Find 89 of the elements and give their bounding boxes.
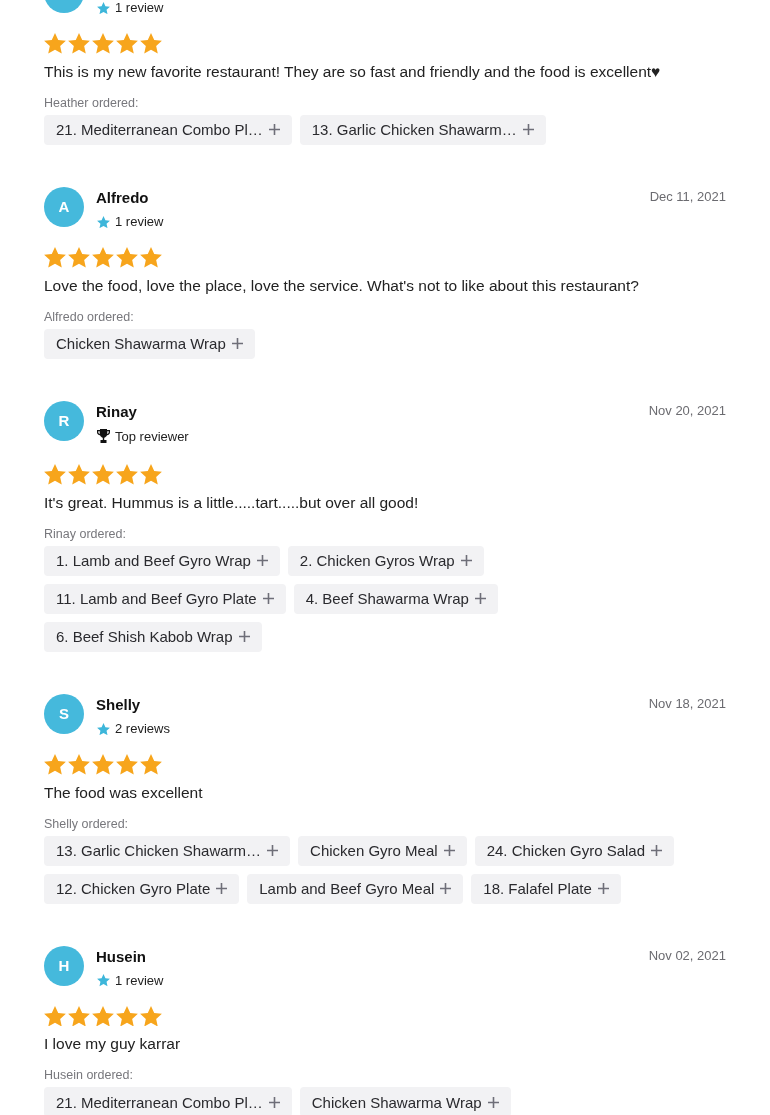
star-icon bbox=[44, 33, 66, 54]
plus-icon bbox=[522, 124, 534, 136]
star-icon bbox=[92, 753, 114, 775]
star-icon bbox=[97, 974, 110, 987]
plus-icon bbox=[231, 338, 243, 350]
plus-icon bbox=[460, 555, 472, 567]
review-text: The food was excellent bbox=[44, 782, 204, 803]
star-icon bbox=[116, 1005, 138, 1027]
trophy-icon bbox=[97, 428, 110, 443]
reviewer-name: Rinay bbox=[96, 401, 138, 422]
plus-icon bbox=[262, 593, 274, 605]
reviewer-status-label: Top reviewer bbox=[115, 428, 189, 445]
menu-item-button[interactable]: 24. Chicken Gyro Salad bbox=[474, 835, 675, 866]
review-text: I love my guy karrar bbox=[44, 1034, 182, 1055]
plus-icon bbox=[216, 883, 228, 895]
plus-icon bbox=[268, 1096, 280, 1108]
plus-icon bbox=[474, 593, 486, 605]
menu-item-button[interactable]: Chicken Shawarma Wrap bbox=[44, 328, 255, 359]
plus-icon bbox=[256, 555, 268, 567]
plus-icon bbox=[487, 1096, 499, 1108]
menu-item-button[interactable]: 4. Beef Shawarma Wrap bbox=[293, 583, 498, 614]
star-icon bbox=[140, 246, 162, 268]
plus-icon bbox=[440, 883, 452, 895]
star-icon bbox=[97, 215, 110, 229]
star-icon bbox=[140, 753, 162, 775]
reviewer-status-label: 1 review bbox=[115, 213, 164, 230]
avatar: H bbox=[44, 945, 84, 986]
reviewer-status-label: 1 review bbox=[115, 972, 164, 989]
avatar: S bbox=[44, 693, 84, 734]
reviewer-status-label: 1 review bbox=[115, 0, 164, 16]
star-icon bbox=[44, 1005, 66, 1027]
star-icon bbox=[68, 1005, 90, 1027]
menu-item-button[interactable]: 1. Lamb and Beef Gyro Wrap bbox=[44, 545, 280, 576]
ordered-label: Heather ordered: bbox=[44, 94, 140, 112]
plus-icon bbox=[268, 124, 280, 136]
menu-item-button[interactable]: Chicken Shawarma Wrap bbox=[299, 1087, 511, 1115]
star-icon bbox=[116, 246, 138, 268]
menu-item-button[interactable]: 2. Chicken Gyros Wrap bbox=[287, 545, 484, 576]
star-icon bbox=[97, 1, 110, 15]
menu-item-button[interactable]: 13. Garlic Chicken Shawarm… bbox=[299, 114, 546, 145]
star-icon bbox=[68, 463, 90, 485]
review-text: It's great. Hummus is a little.....tart.....but over all good! bbox=[44, 492, 420, 513]
menu-item-button[interactable]: Chicken Gyro Meal bbox=[298, 835, 467, 866]
menu-item-button[interactable]: 12. Chicken Gyro Plate bbox=[44, 873, 240, 904]
ordered-label: Husein ordered: bbox=[44, 1067, 134, 1085]
menu-item-button[interactable]: 21. Mediterranean Combo Pl… bbox=[44, 1087, 292, 1115]
review-date: Nov 02, 2021 bbox=[648, 946, 726, 965]
ordered-label: Alfredo ordered: bbox=[44, 308, 135, 326]
ordered-label: Rinay ordered: bbox=[44, 525, 127, 543]
avatar: A bbox=[44, 186, 84, 227]
star-icon bbox=[92, 246, 114, 268]
star-icon bbox=[140, 33, 162, 54]
star-icon bbox=[92, 33, 114, 54]
menu-item-button[interactable]: 6. Beef Shish Kabob Wrap bbox=[44, 621, 262, 652]
plus-icon bbox=[267, 845, 279, 857]
plus-icon bbox=[597, 883, 609, 895]
menu-item-button[interactable]: 21. Mediterranean Combo Pl… bbox=[44, 114, 292, 145]
star-icon bbox=[140, 1005, 162, 1027]
menu-item-button[interactable]: Lamb and Beef Gyro Meal bbox=[247, 873, 464, 904]
reviewer-name: Alfredo bbox=[96, 187, 150, 208]
star-icon bbox=[44, 246, 66, 268]
star-icon bbox=[68, 33, 90, 54]
reviewer-status-label: 2 reviews bbox=[115, 720, 170, 737]
ordered-label: Shelly ordered: bbox=[44, 815, 130, 833]
menu-item-button[interactable]: 13. Garlic Chicken Shawarm… bbox=[44, 835, 291, 866]
plus-icon bbox=[651, 845, 663, 857]
reviewer-name: Shelly bbox=[96, 694, 142, 715]
menu-item-button[interactable]: 18. Falafel Plate bbox=[471, 873, 621, 904]
star-icon bbox=[116, 33, 138, 54]
star-icon bbox=[116, 463, 138, 485]
review-text: Love the food, love the place, love the service. What's not to like about this restaurant? bbox=[44, 275, 640, 296]
plus-icon bbox=[238, 631, 250, 643]
star-icon bbox=[97, 722, 110, 735]
review-date: Dec 11, 2021 bbox=[649, 187, 726, 206]
star-icon bbox=[92, 1005, 114, 1027]
star-icon bbox=[92, 463, 114, 485]
star-icon bbox=[44, 463, 66, 485]
review-text: This is my new favorite restaurant! They are so fast and friendly and the food is excellent♥ bbox=[44, 61, 662, 82]
avatar: R bbox=[44, 400, 84, 441]
star-icon bbox=[140, 463, 162, 485]
star-icon bbox=[68, 246, 90, 268]
star-icon bbox=[116, 753, 138, 775]
star-icon bbox=[68, 753, 90, 775]
review-date: Nov 18, 2021 bbox=[648, 694, 726, 713]
star-icon bbox=[44, 753, 66, 775]
menu-item-button[interactable]: 11. Lamb and Beef Gyro Plate bbox=[44, 583, 286, 614]
review-date: Nov 20, 2021 bbox=[648, 401, 726, 420]
plus-icon bbox=[443, 845, 455, 857]
reviewer-name: Husein bbox=[96, 946, 147, 967]
